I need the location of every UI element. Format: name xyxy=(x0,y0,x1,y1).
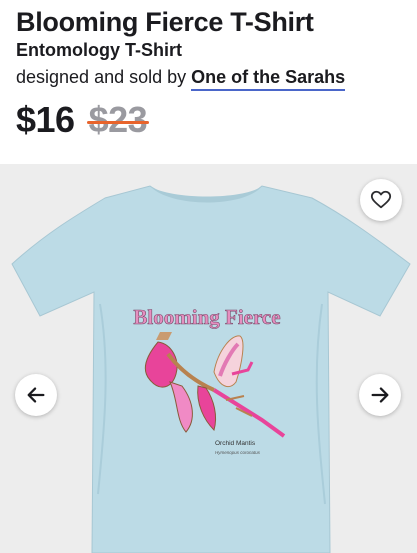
heart-outline-icon xyxy=(370,190,392,209)
tshirt-image: Blooming Fierce Orchid Mantis Hymenopus … xyxy=(11,185,411,553)
arrow-left-icon xyxy=(27,387,45,403)
design-caption-title: Orchid Mantis xyxy=(215,440,256,447)
previous-image-button[interactable] xyxy=(15,374,57,416)
product-title: Blooming Fierce T-Shirt xyxy=(16,7,314,37)
next-image-button[interactable] xyxy=(359,374,401,416)
favorite-button[interactable] xyxy=(360,179,402,221)
tshirt-body xyxy=(11,185,411,553)
price-row: $16 $23 xyxy=(16,98,417,142)
current-price: $16 xyxy=(16,99,75,140)
design-headline: Blooming Fierce xyxy=(133,305,280,329)
seller-link[interactable]: One of the Sarahs xyxy=(191,67,346,91)
seller-line: designed and sold by One of the Sarahs xyxy=(16,62,417,92)
original-price: $23 xyxy=(86,99,149,140)
design-caption-latin: Hymenopus coronatus xyxy=(215,450,261,455)
product-image-gallery[interactable]: Blooming Fierce Orchid Mantis Hymenopus … xyxy=(0,164,417,553)
product-header: Blooming Fierce T-Shirt Entomology T-Shi… xyxy=(0,0,417,142)
arrow-right-icon xyxy=(371,387,389,403)
seller-prefix: designed and sold by xyxy=(16,67,192,87)
product-subtitle: Entomology T-Shirt xyxy=(16,40,182,60)
